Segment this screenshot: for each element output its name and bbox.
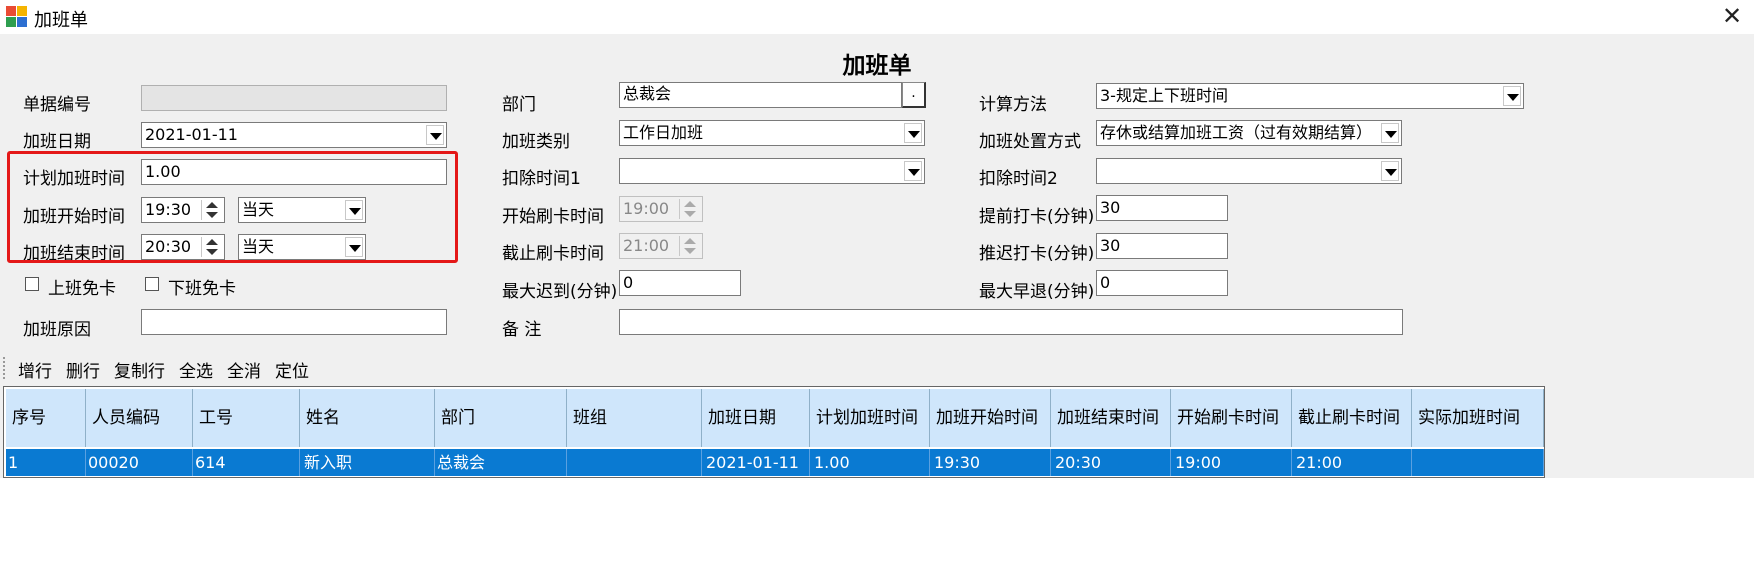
calc-method-label: 计算方法 [979,95,1047,115]
toolbar-grip [3,357,7,379]
ot-type-label: 加班类别 [502,132,570,152]
chevron-down-icon[interactable] [1381,161,1399,181]
card-end-spinner: 21:00 [619,233,703,259]
table-cell[interactable]: 2021-01-11 [702,449,810,476]
locate-button[interactable]: 定位 [275,357,309,382]
doc-no-field[interactable] [141,85,447,111]
date-label: 加班日期 [23,132,91,152]
late-punch-input[interactable]: 30 [1096,233,1228,259]
chevron-down-icon[interactable] [1381,123,1399,143]
disposal-select[interactable]: 存休或结算加班工资（过有效期结算） [1096,120,1402,146]
table-cell[interactable]: 新入职 [300,449,435,476]
disposal-value: 存休或结算加班工资（过有效期结算） [1100,123,1373,142]
highlight-box [7,151,458,263]
card-end-label: 截止刷卡时间 [502,244,604,264]
column-header[interactable]: 人员编码 [86,389,193,447]
deselect-all-button[interactable]: 全消 [227,357,261,382]
table-cell[interactable] [567,449,702,476]
no-card-off-checkbox[interactable] [145,277,159,291]
max-late-input[interactable]: 0 [619,270,741,296]
calc-method-value: 3-规定上下班时间 [1100,86,1228,105]
grid-toolbar [0,352,1754,384]
dept-browse-button[interactable]: . [902,82,926,108]
early-punch-label: 提前打卡(分钟) [979,207,1095,227]
window-title: 加班单 [34,10,88,31]
form-title: 加班单 [842,53,912,79]
column-header[interactable]: 加班开始时间 [930,389,1051,447]
max-early-leave-input[interactable]: 0 [1096,270,1228,296]
dept-input[interactable]: 总裁会 [619,82,902,108]
table-cell[interactable] [1412,449,1544,476]
table-cell[interactable]: 00020 [86,449,193,476]
column-header[interactable]: 工号 [193,389,300,447]
ot-type-select[interactable]: 工作日加班 [619,120,925,146]
select-all-button[interactable]: 全选 [179,357,213,382]
remark-input[interactable] [619,309,1403,335]
column-header[interactable]: 计划加班时间 [810,389,930,447]
deduct2-select[interactable] [1096,158,1402,184]
column-header[interactable]: 班组 [567,389,702,447]
late-punch-label: 推迟打卡(分钟) [979,244,1095,264]
date-select[interactable]: 2021-01-11 [141,122,447,148]
no-card-off-label: 下班免卡 [168,279,236,299]
card-start-label: 开始刷卡时间 [502,207,604,227]
column-header[interactable]: 加班结束时间 [1051,389,1171,447]
table-cell[interactable]: 总裁会 [435,449,567,476]
max-early-leave-label: 最大早退(分钟) [979,282,1095,302]
data-grid[interactable]: 序号 人员编码 工号 姓名 部门 班组 加班日期 计划加班时间 加班开始时间 加… [3,386,1545,478]
copy-row-button[interactable]: 复制行 [114,357,165,382]
disposal-label: 加班处置方式 [979,132,1081,152]
table-cell[interactable]: 21:00 [1292,449,1412,476]
remark-label: 备 注 [502,320,542,340]
spinner-arrows-icon [679,236,700,256]
deduct1-label: 扣除时间1 [502,169,581,189]
doc-no-label: 单据编号 [23,95,91,115]
table-cell[interactable]: 19:00 [1171,449,1292,476]
table-cell[interactable]: 19:30 [930,449,1051,476]
delete-row-button[interactable]: 删行 [66,357,100,382]
reason-input[interactable] [141,309,447,335]
calc-method-select[interactable]: 3-规定上下班时间 [1096,83,1524,109]
ot-type-value: 工作日加班 [623,123,704,142]
spinner-arrows-icon [679,199,700,219]
deduct1-select[interactable] [619,158,925,184]
card-start-spinner: 19:00 [619,196,703,222]
table-cell[interactable]: 20:30 [1051,449,1171,476]
early-punch-input[interactable]: 30 [1096,195,1228,221]
table-cell[interactable]: 1 [6,449,86,476]
add-row-button[interactable]: 增行 [18,357,52,382]
chevron-down-icon[interactable] [426,125,444,145]
chevron-down-icon[interactable] [904,161,922,181]
table-cell[interactable]: 614 [193,449,300,476]
column-header[interactable]: 加班日期 [702,389,810,447]
column-header[interactable]: 截止刷卡时间 [1292,389,1412,447]
column-header[interactable]: 部门 [435,389,567,447]
no-card-on-label: 上班免卡 [48,279,116,299]
reason-label: 加班原因 [23,320,91,340]
date-value: 2021-01-11 [145,125,238,144]
column-header[interactable]: 开始刷卡时间 [1171,389,1292,447]
close-icon[interactable]: ✕ [1722,2,1742,30]
card-end-value: 21:00 [623,236,670,255]
chevron-down-icon[interactable] [904,123,922,143]
column-header[interactable]: 序号 [6,389,86,447]
app-icon [6,6,28,28]
table-cell[interactable]: 1.00 [810,449,930,476]
max-late-label: 最大迟到(分钟) [502,282,618,302]
column-header[interactable]: 姓名 [300,389,435,447]
dept-label: 部门 [502,95,536,115]
chevron-down-icon[interactable] [1503,86,1521,106]
title-bar: 加班单 ✕ [0,0,1754,34]
grid-empty-area [0,478,1754,563]
no-card-on-checkbox[interactable] [25,277,39,291]
deduct2-label: 扣除时间2 [979,169,1058,189]
column-header[interactable]: 实际加班时间 [1412,389,1544,447]
card-start-value: 19:00 [623,199,670,218]
